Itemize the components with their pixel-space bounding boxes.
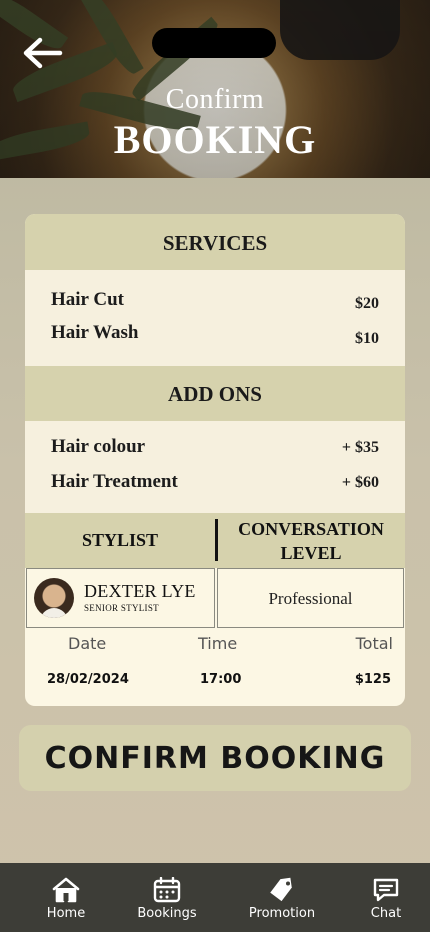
home-icon <box>52 877 80 903</box>
tab-bookings[interactable]: Bookings <box>117 863 217 932</box>
page-title: BOOKING <box>113 117 317 162</box>
date-value: 28/02/2024 <box>47 672 129 687</box>
service-name: Hair Cut <box>51 289 125 310</box>
time-value: 17:00 <box>200 672 242 687</box>
conversation-heading: CONVERSATION LEVEL <box>217 517 405 565</box>
addon-price: + $35 <box>341 439 379 456</box>
addons-heading: ADD ONS <box>25 366 405 421</box>
booking-summary-card: SERVICES Hair Cut $20 Hair Wash $10 ADD … <box>25 214 405 706</box>
addon-name: Hair Treatment <box>51 471 178 492</box>
service-price: $10 <box>355 330 379 347</box>
calendar-icon <box>153 877 181 903</box>
total-value: $125 <box>354 672 391 687</box>
stylist-role: SENIOR STYLIST <box>84 603 159 613</box>
tab-chat[interactable]: Chat <box>336 863 430 932</box>
date-label: Date <box>68 634 107 653</box>
services-heading: SERVICES <box>25 214 405 270</box>
services-list: Hair Cut $20 Hair Wash $10 <box>25 270 405 366</box>
tag-icon <box>270 877 292 902</box>
stylist-info: DEXTER LYE SENIOR STYLIST <box>26 568 215 628</box>
avatar <box>34 578 74 618</box>
stylist-name: DEXTER LYE <box>84 581 196 601</box>
tab-label: Home <box>46 906 86 921</box>
total-label: Total <box>355 634 393 653</box>
tab-promotion[interactable]: Promotion <box>232 863 332 932</box>
service-name: Hair Wash <box>51 322 139 343</box>
tab-home[interactable]: Home <box>16 863 116 932</box>
chat-icon <box>373 878 399 902</box>
conversation-level-value: Professional <box>217 568 404 628</box>
arrow-left-icon <box>23 37 63 69</box>
camera-notch <box>152 28 276 58</box>
time-label: Time <box>198 634 238 653</box>
conversation-heading-line1: CONVERSATION <box>238 519 384 539</box>
hero-banner: Confirm BOOKING <box>0 0 430 178</box>
back-button[interactable] <box>20 36 66 70</box>
tab-label: Promotion <box>248 906 316 921</box>
tab-label: Chat <box>370 906 402 921</box>
addons-list: Hair colour + $35 Hair Treatment + $60 <box>25 421 405 513</box>
service-price: $20 <box>355 295 379 312</box>
tab-label: Bookings <box>137 906 197 921</box>
stylist-header-row: STYLIST CONVERSATION LEVEL <box>25 513 405 568</box>
confirm-booking-button[interactable]: CONFIRM BOOKING <box>19 725 411 791</box>
addon-name: Hair colour <box>51 436 146 457</box>
conversation-heading-line2: LEVEL <box>280 543 342 563</box>
stylist-heading: STYLIST <box>81 530 159 550</box>
addon-price: + $60 <box>341 474 379 491</box>
bottom-tab-bar: Home Bookings Promotion Chat <box>0 863 430 932</box>
page-subtitle: Confirm <box>165 84 265 115</box>
